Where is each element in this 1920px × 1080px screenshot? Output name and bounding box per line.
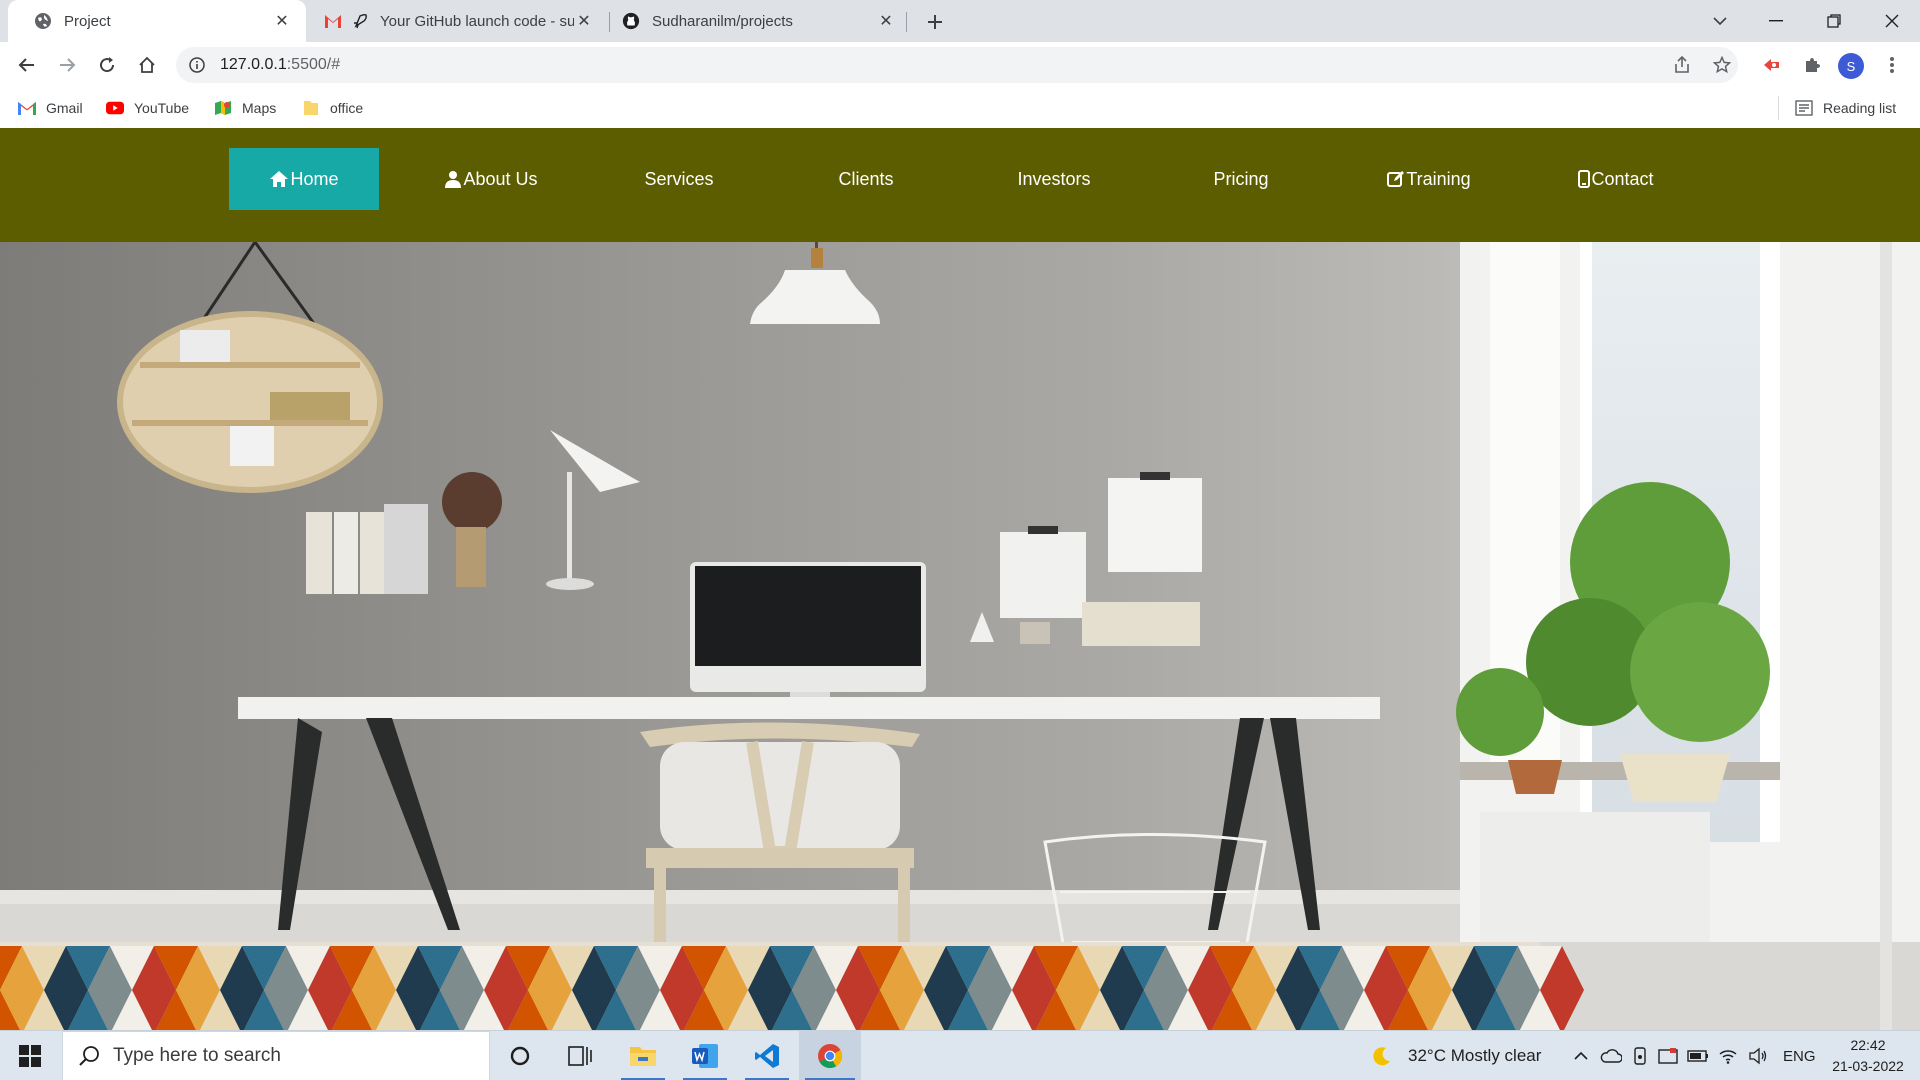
youtube-icon — [106, 99, 124, 117]
phone-icon — [1578, 170, 1591, 188]
start-windows-icon[interactable] — [0, 1031, 60, 1080]
nav-services[interactable]: Services — [604, 148, 754, 210]
nav-training[interactable]: Training — [1354, 148, 1504, 210]
forward-button[interactable] — [51, 49, 83, 81]
close-tab-icon[interactable]: ✕ — [272, 11, 292, 31]
vscode-icon[interactable] — [743, 1031, 791, 1080]
rug-pattern — [0, 946, 1584, 1030]
bookmark-office[interactable]: office — [302, 96, 363, 120]
folder-icon — [302, 99, 320, 117]
nav-investors[interactable]: Investors — [979, 148, 1129, 210]
onedrive-cloud-icon[interactable] — [1598, 1031, 1624, 1080]
show-hidden-icons-chevron[interactable] — [1570, 1031, 1592, 1080]
gmail-icon — [18, 99, 36, 117]
battery-icon[interactable] — [1686, 1031, 1710, 1080]
clock-date: 21-03-2022 — [1832, 1058, 1904, 1074]
file-explorer-icon[interactable] — [619, 1031, 667, 1080]
nav-clients[interactable]: Clients — [791, 148, 941, 210]
bookmark-youtube[interactable]: YouTube — [106, 96, 189, 120]
edit-icon — [1387, 170, 1405, 188]
menu-kebab-icon[interactable] — [1876, 49, 1908, 81]
home-button[interactable] — [131, 49, 163, 81]
cortana-icon[interactable] — [498, 1031, 542, 1080]
user-icon — [444, 170, 462, 188]
tab-sudharanilm-projects[interactable]: Sudharanilm/projects ✕ — [610, 0, 910, 42]
browser-tab-strip: Project ✕ Your GitHub launch code - su ✕… — [0, 0, 1920, 42]
reading-list-button[interactable]: Reading list — [1795, 96, 1896, 120]
minimize-button[interactable] — [1748, 0, 1804, 42]
site-info-icon[interactable] — [188, 56, 206, 74]
home-icon — [269, 170, 289, 188]
extension-red-icon[interactable] — [1756, 49, 1788, 81]
close-window-button[interactable] — [1864, 0, 1920, 42]
weather-text[interactable]: 32°C Mostly clear — [1408, 1031, 1541, 1080]
bookmark-maps[interactable]: Maps — [214, 96, 276, 120]
hero-image — [0, 242, 1920, 1030]
extensions-puzzle-icon[interactable] — [1796, 49, 1828, 81]
bookmark-gmail[interactable]: Gmail — [18, 96, 83, 120]
tab-github-launch-code[interactable]: Your GitHub launch code - su ✕ — [308, 0, 608, 42]
tab-title: Sudharanilm/projects — [652, 12, 793, 30]
browser-toolbar: 127.0.0.1:5500/# S — [0, 42, 1920, 88]
taskbar-search-input[interactable]: Type here to search — [62, 1031, 490, 1080]
language-indicator[interactable]: ENG — [1783, 1031, 1816, 1080]
bookmarks-bar: Gmail YouTube Maps office Reading list — [0, 88, 1920, 128]
tab-search-icon[interactable] — [1692, 0, 1748, 42]
taskbar-clock[interactable]: 22:42 21-03-2022 — [1826, 1035, 1910, 1077]
nav-home[interactable]: Home — [229, 148, 379, 210]
tab-title: Your GitHub launch code - su — [380, 12, 574, 30]
url-text: 127.0.0.1:5500/# — [220, 56, 341, 73]
back-button[interactable] — [11, 49, 43, 81]
gmail-rocket-icon — [324, 12, 368, 30]
bookmark-star-icon[interactable] — [1706, 49, 1738, 81]
volume-icon[interactable] — [1746, 1031, 1770, 1080]
windows-taskbar: Type here to search 32°C Mostly clear EN… — [0, 1030, 1920, 1080]
close-tab-icon[interactable]: ✕ — [876, 11, 896, 31]
nav-about-us[interactable]: About Us — [416, 148, 566, 210]
github-icon — [622, 12, 640, 30]
word-icon[interactable] — [681, 1031, 729, 1080]
meet-now-icon[interactable] — [1656, 1031, 1680, 1080]
device-icon[interactable] — [1628, 1031, 1652, 1080]
chrome-icon[interactable] — [799, 1031, 861, 1080]
task-view-icon[interactable] — [558, 1031, 602, 1080]
site-navbar: Home About Us Services Clients Investors… — [0, 128, 1920, 242]
weather-moon-icon[interactable] — [1368, 1031, 1396, 1080]
reading-list-icon — [1795, 99, 1813, 117]
restore-button[interactable] — [1806, 0, 1862, 42]
nav-pricing[interactable]: Pricing — [1166, 148, 1316, 210]
new-tab-button[interactable] — [921, 8, 949, 36]
wifi-icon[interactable] — [1716, 1031, 1740, 1080]
search-icon — [77, 1044, 101, 1068]
reload-button[interactable] — [91, 49, 123, 81]
tab-project[interactable]: Project ✕ — [8, 0, 306, 42]
close-tab-icon[interactable]: ✕ — [574, 11, 594, 31]
profile-avatar[interactable]: S — [1838, 53, 1864, 79]
maps-icon — [214, 99, 232, 117]
tab-title: Project — [64, 12, 111, 30]
nav-contact[interactable]: Contact — [1541, 148, 1691, 210]
share-icon[interactable] — [1666, 49, 1698, 81]
address-bar[interactable]: 127.0.0.1:5500/# — [176, 47, 1738, 83]
clock-time: 22:42 — [1850, 1037, 1886, 1053]
globe-icon — [34, 12, 52, 30]
